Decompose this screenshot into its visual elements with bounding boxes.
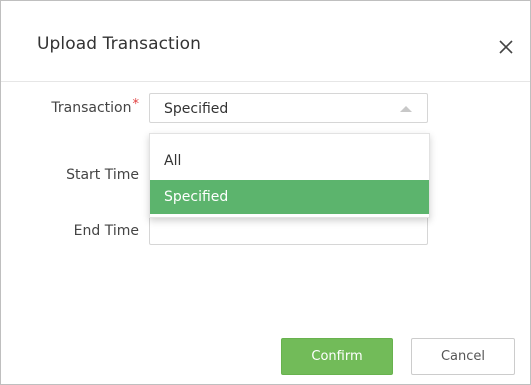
required-mark: * (132, 97, 140, 112)
confirm-button[interactable]: Confirm (281, 338, 393, 375)
cancel-button[interactable]: Cancel (411, 338, 515, 375)
transaction-select[interactable]: Specified (149, 93, 428, 123)
dropdown-option-specified[interactable]: Specified (150, 180, 429, 214)
transaction-label: Transaction* (19, 97, 140, 116)
transaction-select-value: Specified (164, 101, 229, 117)
dialog-header: Upload Transaction (1, 1, 530, 82)
dialog-title: Upload Transaction (37, 34, 202, 54)
start-time-label: Start Time (66, 167, 139, 183)
dropdown-option-label: Specified (164, 189, 229, 205)
dropdown-option-label: All (164, 153, 182, 169)
caret-up-icon (400, 106, 412, 112)
end-time-label: End Time (73, 223, 139, 239)
end-time-field[interactable] (149, 215, 428, 245)
transaction-label-text: Transaction (51, 100, 132, 116)
transaction-dropdown: All Specified (149, 133, 430, 218)
upload-transaction-dialog: Upload Transaction Transaction* Specifie… (0, 0, 531, 385)
close-icon[interactable] (496, 37, 516, 57)
dropdown-option-all[interactable]: All (150, 144, 429, 178)
